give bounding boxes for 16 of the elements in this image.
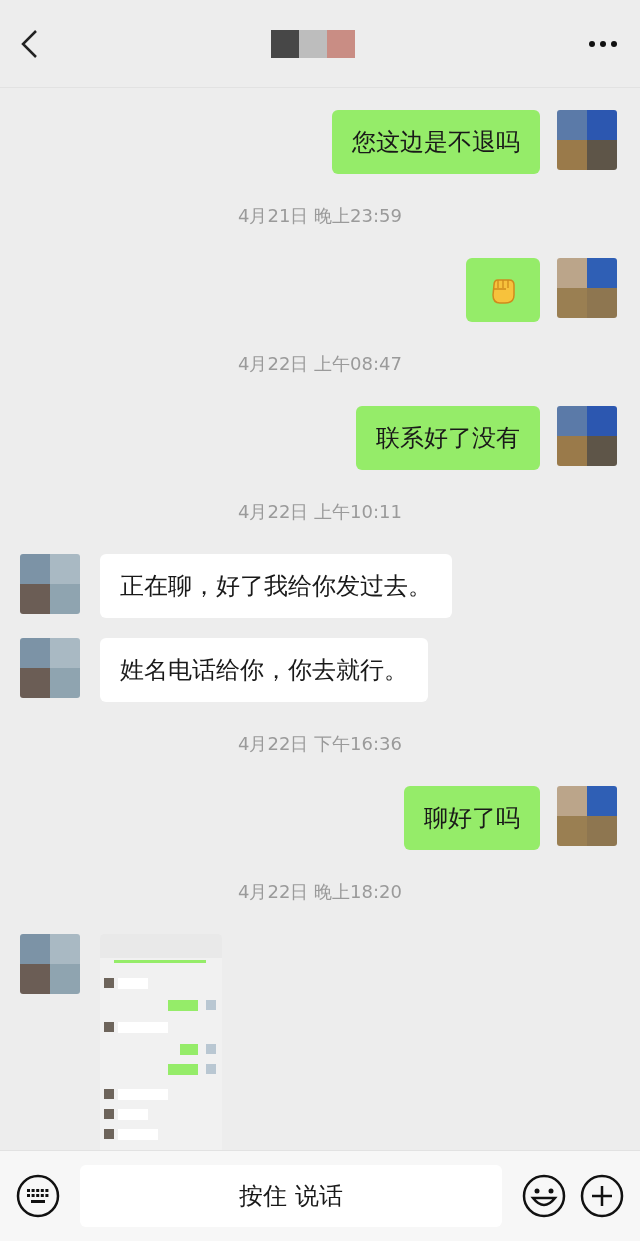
message-bubble: 正在聊，好了我给你发过去。 [100, 554, 452, 618]
message-bubble: 联系好了没有 [356, 406, 540, 470]
message-bubble: 聊好了吗 [404, 786, 540, 850]
timestamp: 4月21日 晚上23:59 [238, 204, 402, 228]
message-bubble: 姓名电话给你，你去就行。 [100, 638, 428, 702]
add-icon[interactable] [580, 1174, 624, 1218]
hold-to-talk-button[interactable]: 按住 说话 [80, 1165, 502, 1227]
timestamp: 4月22日 晚上18:20 [238, 880, 402, 904]
back-icon[interactable] [20, 28, 38, 59]
keyboard-icon[interactable] [16, 1174, 60, 1218]
message-bubble: 您这边是不退吗 [332, 110, 540, 174]
more-icon[interactable] [588, 39, 618, 48]
timestamp: 4月22日 下午16:36 [238, 732, 402, 756]
timestamp: 4月22日 上午10:11 [238, 500, 402, 524]
emoji-icon[interactable] [522, 1174, 566, 1218]
timestamp: 4月22日 上午08:47 [238, 352, 402, 376]
